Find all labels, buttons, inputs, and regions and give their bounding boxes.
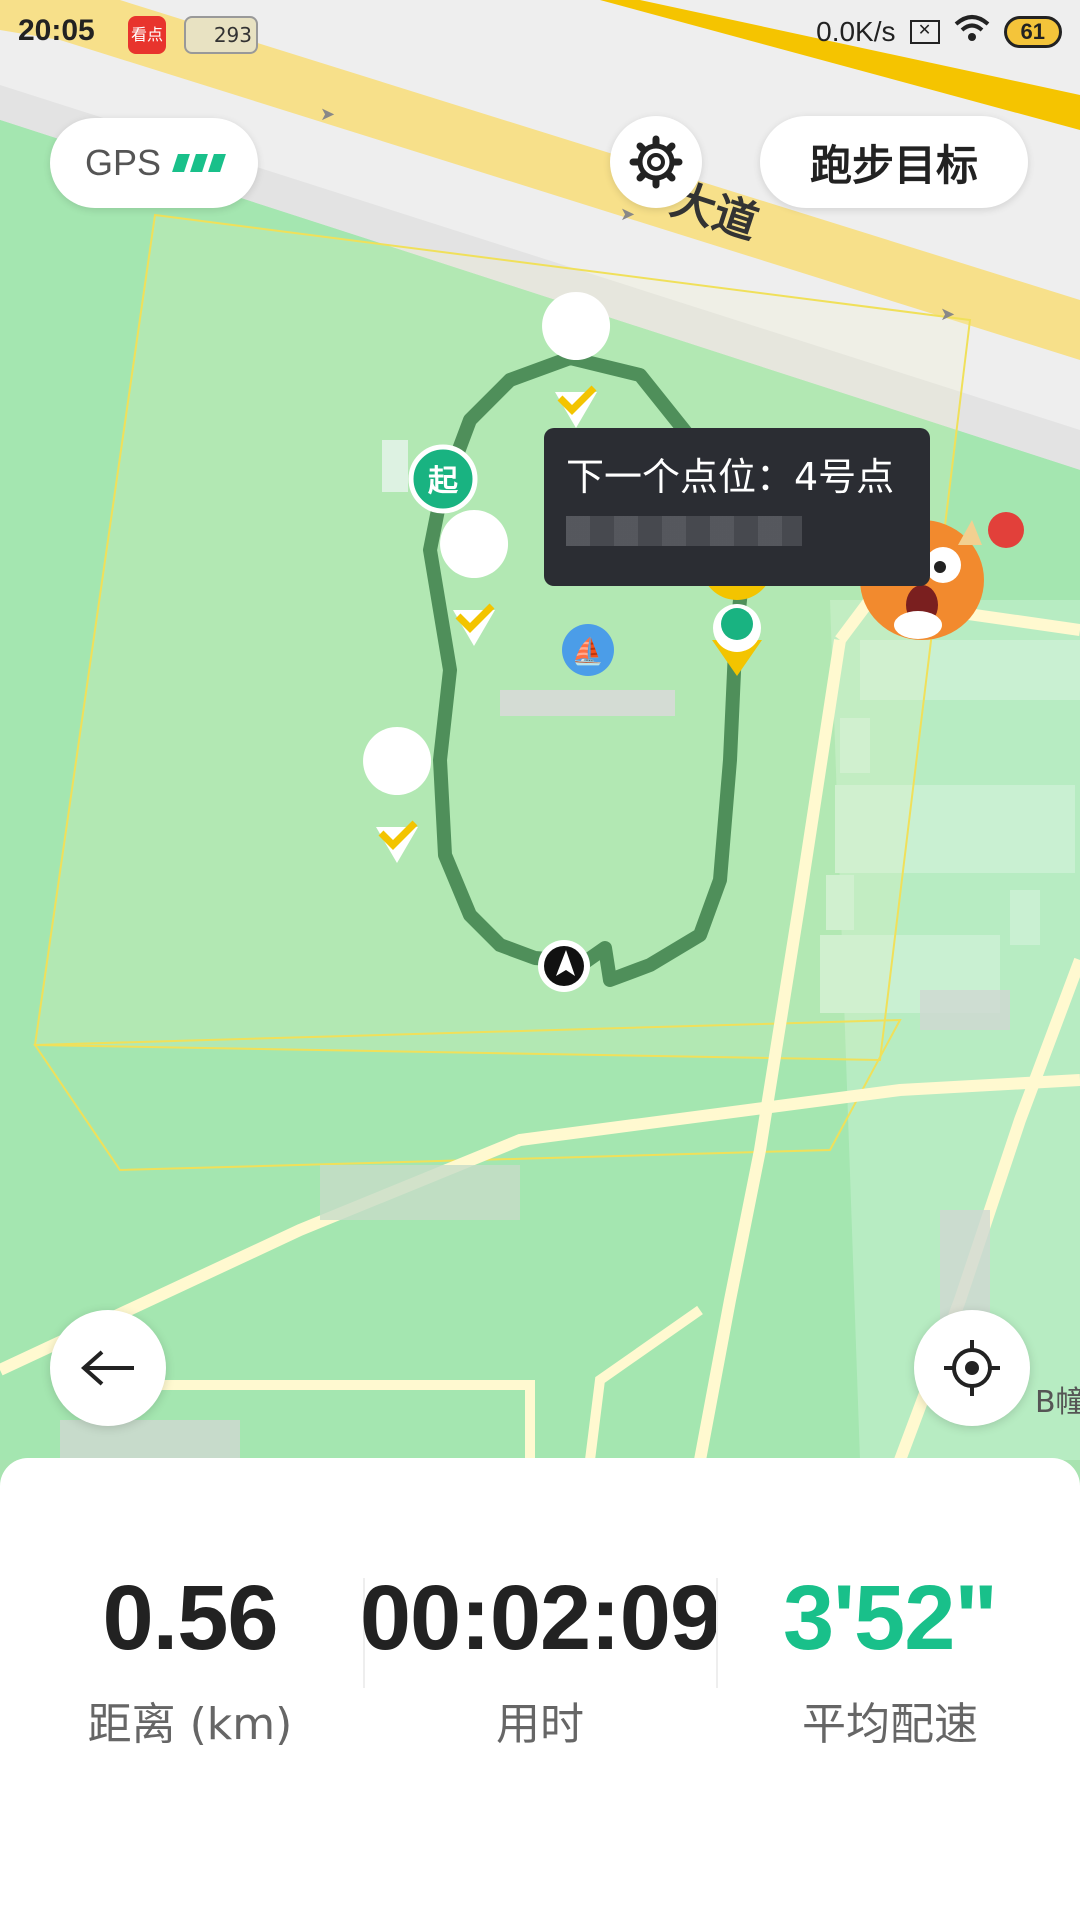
running-goal-button[interactable]: 跑步目标 [760,116,1028,208]
gps-indicator: GPS [50,118,258,208]
blurred-map-label [940,1210,990,1320]
map-view[interactable]: ➤ ➤ ➤ 大道 ⛵ B幢 起 [0,0,1080,1460]
road-arrow: ➤ [940,304,955,325]
duration-stat: 00:02:09 用时 [345,1568,735,1752]
road-arrow: ➤ [320,104,335,125]
locate-button[interactable] [914,1310,1030,1426]
map-building [1010,890,1040,945]
next-point-tooltip: 下一个点位：4号点 [544,428,930,586]
back-button[interactable] [50,1310,166,1426]
blurred-map-label [920,990,1010,1030]
wifi-icon [954,14,990,49]
next-point-text: 下一个点位：4号点 [566,455,895,499]
running-goal-label: 跑步目标 [809,140,978,190]
status-right: 0.0K/s ✕ 61 [816,14,1062,49]
status-time: 20:05 [18,14,95,47]
blurred-map-label [60,1420,240,1458]
stats-panel: 0.56 距离 (km) 00:02:09 用时 3'52" 平均配速 [0,1458,1080,1920]
road-arrow: ➤ [620,204,635,225]
blurred-point-address [566,516,802,546]
divider [716,1578,718,1688]
duration-value: 00:02:09 [359,1567,721,1669]
sim-icon: ✕ [909,19,940,44]
distance-value: 0.56 [102,1567,278,1669]
status-bar: 20:05 看点 293 0.0K/s ✕ 61 [0,0,1080,72]
pace-value: 3'52" [783,1567,998,1669]
battery-indicator: 61 [1003,15,1062,48]
gps-label: GPS [84,142,162,183]
boxing-glove-icon [988,512,1024,548]
settings-button[interactable] [610,116,702,208]
running-area-boundary [33,213,972,1062]
distance-stat: 0.56 距离 (km) [40,1568,340,1752]
blurred-poi-label [500,690,675,716]
building-label: B幢 [1035,1385,1080,1420]
distance-label: 距离 (km) [87,1699,293,1750]
pace-label: 平均配速 [802,1699,978,1750]
blurred-map-label [320,1165,520,1220]
start-marker-label: 起 [428,464,459,499]
app-notification-icon: 看点 [128,16,166,54]
crosshair-icon [944,1340,1000,1396]
current-position-marker [538,940,590,992]
arrow-left-icon [80,1350,134,1386]
app-notification-badge: 293 [184,16,258,54]
gps-signal-icon [172,154,226,172]
map-sign [382,440,408,492]
pace-stat: 3'52" 平均配速 [740,1568,1040,1752]
svg-text:⛵: ⛵ [572,636,604,667]
duration-label: 用时 [496,1699,584,1750]
network-speed: 0.0K/s [816,15,896,47]
gear-icon [629,135,683,189]
